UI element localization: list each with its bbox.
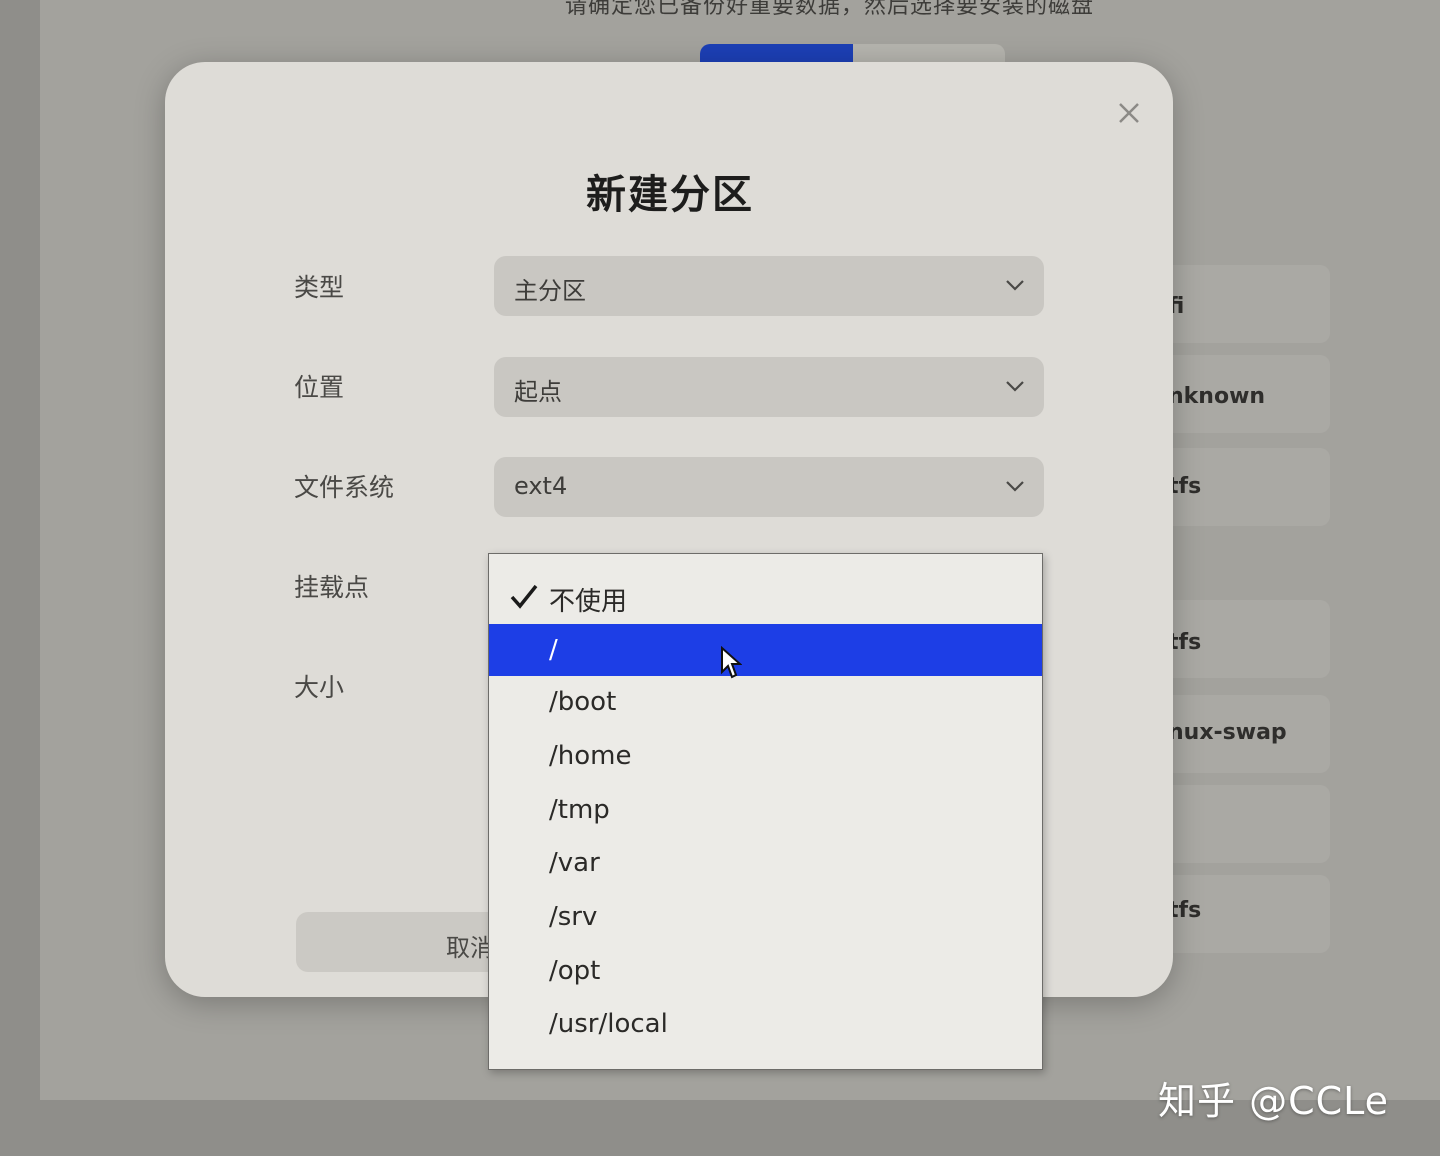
dropdown-option-usr-local[interactable]: /usr/local — [489, 998, 1042, 1050]
close-button[interactable] — [1112, 96, 1146, 130]
close-icon — [1119, 103, 1139, 123]
chevron-down-icon — [1006, 381, 1024, 392]
dropdown-option-opt[interactable]: /opt — [489, 945, 1042, 997]
chevron-down-icon — [1006, 280, 1024, 291]
filesystem-select[interactable]: ext4 — [494, 457, 1044, 517]
position-select[interactable]: 起点 — [494, 357, 1044, 417]
background-instruction-text: 请确定您已备份好重要数据，然后选择要安装的磁盘 — [565, 0, 1095, 19]
filesystem-label: 文件系统 — [294, 473, 395, 502]
position-select-value: 起点 — [514, 378, 562, 406]
size-label: 大小 — [294, 673, 345, 702]
dropdown-option-var[interactable]: /var — [489, 837, 1042, 889]
type-select-value: 主分区 — [514, 277, 586, 305]
type-label: 类型 — [294, 273, 345, 302]
cancel-button-label: 取消 — [446, 934, 494, 962]
dropdown-option-label: /home — [549, 741, 632, 771]
chevron-down-icon — [1006, 481, 1024, 492]
checkmark-icon — [510, 584, 538, 609]
watermark-text: 知乎 @CCLe — [1158, 1079, 1390, 1123]
background-disk-row[interactable] — [1150, 785, 1330, 863]
dropdown-option-label: /usr/local — [549, 1009, 668, 1039]
dropdown-option-label: /srv — [549, 902, 598, 932]
dropdown-option-label: 不使用 — [549, 587, 628, 617]
dropdown-option-label: /tmp — [549, 795, 610, 825]
filesystem-select-value: ext4 — [514, 472, 568, 500]
dropdown-option-label: / — [549, 635, 558, 665]
mount-point-label: 挂载点 — [294, 573, 370, 602]
background-fs-label: nknown — [1168, 384, 1266, 409]
dropdown-option-srv[interactable]: /srv — [489, 891, 1042, 943]
type-select[interactable]: 主分区 — [494, 256, 1044, 316]
mount-point-dropdown[interactable]: 不使用 / /boot /home /tmp /var /srv /opt /u… — [488, 553, 1043, 1070]
dropdown-option-boot[interactable]: /boot — [489, 676, 1042, 728]
dropdown-option-label: /opt — [549, 956, 601, 986]
dropdown-option-home[interactable]: /home — [489, 730, 1042, 782]
dropdown-option-label: /var — [549, 848, 600, 878]
position-label: 位置 — [294, 373, 345, 402]
dialog-title: 新建分区 — [586, 172, 754, 218]
dropdown-option-label: /boot — [549, 687, 617, 717]
dropdown-option-root[interactable]: / — [489, 624, 1042, 676]
dropdown-option-tmp[interactable]: /tmp — [489, 784, 1042, 836]
background-fs-label: nux-swap — [1168, 720, 1287, 745]
dropdown-option-none[interactable]: 不使用 — [489, 570, 1042, 622]
mouse-cursor-icon — [721, 646, 742, 679]
